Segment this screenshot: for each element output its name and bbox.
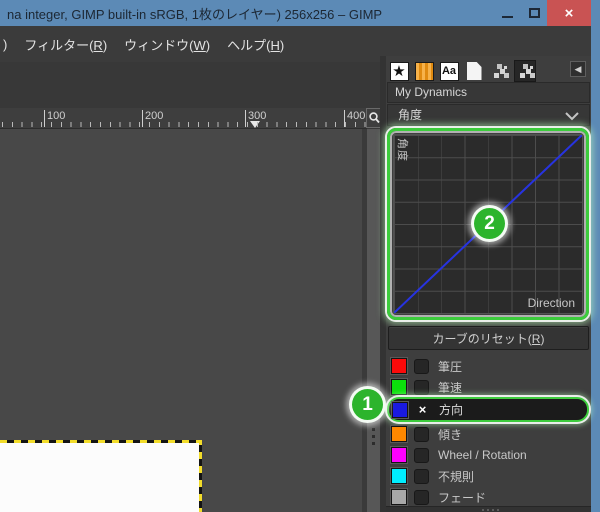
menu-item-truncated[interactable]: ) — [3, 37, 7, 52]
gradient-icon — [415, 62, 434, 81]
checkbox[interactable] — [414, 448, 429, 463]
row-tilt[interactable]: 傾き — [388, 424, 589, 444]
color-swatch — [391, 489, 407, 505]
ruler-label: 200 — [142, 110, 163, 127]
ruler-label: 300 — [245, 110, 266, 127]
tab-fonts[interactable]: Aa — [439, 61, 459, 81]
panel-menu-button[interactable]: ◀ — [570, 61, 586, 77]
reset-curve-button[interactable]: カーブのリセット(R) — [388, 326, 589, 350]
tab-dynamics-editor-active[interactable] — [514, 60, 536, 82]
dynamics-name-header: My Dynamics — [387, 82, 590, 103]
row-fade[interactable]: フェード — [388, 487, 589, 507]
curve-y-axis-label: 角度 — [395, 138, 411, 162]
color-swatch — [391, 379, 407, 395]
color-swatch — [391, 447, 407, 463]
check-x-icon: × — [419, 403, 427, 416]
titlebar[interactable]: na integer, GIMP built-in sRGB, 1枚のレイヤー)… — [0, 0, 600, 26]
image-canvas[interactable] — [0, 443, 199, 512]
fonts-icon: Aa — [442, 66, 456, 77]
layer-boundary-right — [199, 440, 202, 512]
row-pen-speed[interactable]: 筆速 — [388, 377, 589, 397]
tab-document-history[interactable] — [464, 61, 484, 81]
panel-resize-grip[interactable] — [386, 506, 591, 512]
dock-tabstrip: ★ Aa — [389, 59, 589, 83]
minimize-button[interactable] — [494, 0, 520, 26]
star-icon: ★ — [392, 64, 405, 79]
dynamics-speckles-icon — [520, 73, 525, 78]
row-label: 方向 — [439, 401, 463, 418]
checkbox[interactable] — [414, 359, 429, 374]
row-direction-selected[interactable]: × 方向 — [387, 397, 589, 422]
dynamics-editor-panel: ★ Aa ◀ My Dynamics 角度 — [386, 56, 591, 512]
splitter-grip-dot — [372, 435, 375, 438]
dynamics-speckles-icon — [494, 73, 499, 78]
row-label: 筆速 — [438, 379, 462, 396]
ruler-label: 400 — [344, 110, 365, 127]
splitter-grip-dot — [372, 428, 375, 431]
window-border — [591, 26, 600, 512]
maximize-icon — [529, 8, 540, 18]
row-label: Wheel / Rotation — [438, 448, 527, 462]
row-pen-pressure[interactable]: 筆圧 — [388, 356, 589, 376]
row-random[interactable]: 不規則 — [388, 466, 589, 486]
row-wheel-rotation[interactable]: Wheel / Rotation — [388, 445, 589, 465]
checkbox[interactable] — [414, 427, 429, 442]
menu-item-filters[interactable]: フィルター(R) — [24, 35, 107, 54]
tab-gradients[interactable] — [414, 61, 434, 81]
color-swatch — [391, 468, 407, 484]
ruler-pointer-marker — [250, 121, 260, 128]
gimp-window: na integer, GIMP built-in sRGB, 1枚のレイヤー)… — [0, 0, 600, 512]
window-title: na integer, GIMP built-in sRGB, 1枚のレイヤー)… — [7, 4, 382, 23]
grip-dot — [482, 509, 484, 511]
close-icon: × — [565, 5, 574, 22]
menu-item-windows[interactable]: ウィンドウ(W) — [124, 35, 210, 54]
checkbox[interactable] — [414, 490, 429, 505]
tab-brushes[interactable]: ★ — [389, 61, 409, 81]
curve-x-axis-label: Direction — [528, 296, 575, 310]
row-label: 傾き — [438, 426, 462, 443]
maximize-button[interactable] — [521, 0, 547, 26]
magnifier-icon — [369, 112, 380, 124]
grip-dot — [497, 509, 499, 511]
annotation-circle-1: 1 — [349, 386, 386, 423]
checkbox[interactable] — [414, 380, 429, 395]
grip-dot — [487, 509, 489, 511]
pane-splitter[interactable] — [367, 129, 380, 512]
row-label: 不規則 — [438, 468, 474, 485]
chevron-down-icon — [565, 112, 579, 121]
close-button[interactable]: × — [547, 0, 591, 26]
color-swatch — [392, 402, 408, 418]
row-label: フェード — [438, 489, 486, 506]
annotation-circle-2: 2 — [471, 205, 508, 242]
ruler-label: 100 — [44, 110, 65, 127]
checkbox[interactable] — [414, 469, 429, 484]
horizontal-ruler[interactable]: 100 200 300 400 — [0, 108, 367, 129]
left-triangle-icon: ◀ — [575, 64, 582, 75]
canvas-viewport[interactable] — [0, 129, 362, 512]
row-label: 筆圧 — [438, 358, 462, 375]
splitter-grip-dot — [372, 442, 375, 445]
property-dropdown[interactable]: 角度 — [387, 104, 590, 126]
minimize-icon — [502, 16, 513, 18]
grip-dot — [492, 509, 494, 511]
paper-icon — [467, 62, 482, 80]
menu-item-help[interactable]: ヘルプ(H) — [227, 35, 284, 54]
tab-dynamics[interactable] — [489, 61, 509, 81]
color-swatch — [391, 426, 407, 442]
checkbox-checked[interactable]: × — [415, 402, 430, 417]
layer-boundary-top — [0, 440, 202, 443]
property-dropdown-value: 角度 — [398, 108, 422, 122]
color-swatch — [391, 358, 407, 374]
